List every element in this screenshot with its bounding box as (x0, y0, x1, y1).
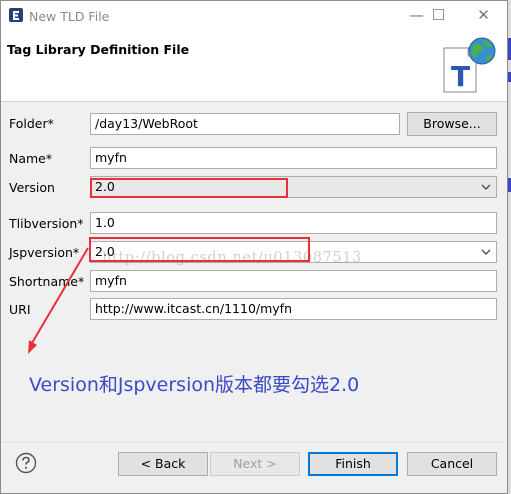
watermark: http://blog.csdn.net/u013087513 (102, 250, 362, 266)
svg-text:T: T (451, 60, 470, 93)
uri-input[interactable]: http://www.itcast.cn/1110/myfn (90, 298, 497, 320)
folder-label: Folder* (9, 116, 54, 131)
version-select[interactable]: 2.0 (90, 176, 497, 198)
tlibversion-label: Tlibversion* (9, 216, 84, 231)
version-label: Version (9, 180, 55, 195)
shortname-input[interactable]: myfn (90, 270, 497, 292)
title-bar: New TLD File — ☐ ✕ (1, 1, 507, 31)
tlibversion-input[interactable]: 1.0 (90, 212, 497, 234)
new-tld-file-dialog: New TLD File — ☐ ✕ Tag Library Definitio… (0, 0, 508, 494)
back-button[interactable]: < Back (118, 452, 208, 476)
uri-label: URI (9, 302, 31, 317)
browse-button[interactable]: Browse... (407, 112, 497, 136)
finish-button[interactable]: Finish (308, 452, 398, 476)
version-value: 2.0 (95, 179, 115, 194)
footer-divider (1, 442, 507, 443)
next-button[interactable]: Next > (210, 452, 300, 476)
close-icon: ✕ (477, 6, 490, 24)
maximize-button[interactable]: ☐ (416, 1, 461, 31)
jspversion-label: Jspversion* (9, 245, 80, 260)
cancel-button[interactable]: Cancel (407, 452, 497, 476)
help-icon[interactable] (15, 452, 37, 474)
annotation-text: Version和Jspversion版本都要勾选2.0 (29, 374, 360, 396)
wizard-header: Tag Library Definition File T (1, 31, 507, 102)
eclipse-app-icon (9, 8, 23, 22)
page-title: Tag Library Definition File (7, 42, 190, 57)
close-button[interactable]: ✕ (461, 1, 506, 31)
chevron-down-icon (481, 249, 491, 255)
name-input[interactable]: myfn (90, 147, 497, 169)
name-label: Name* (9, 151, 53, 166)
tld-file-globe-icon: T (443, 37, 496, 93)
shortname-label: Shortname* (9, 274, 85, 289)
window-title: New TLD File (29, 9, 110, 24)
chevron-down-icon (481, 184, 491, 190)
maximize-icon: ☐ (431, 6, 446, 24)
folder-input[interactable]: /day13/WebRoot (90, 113, 400, 135)
